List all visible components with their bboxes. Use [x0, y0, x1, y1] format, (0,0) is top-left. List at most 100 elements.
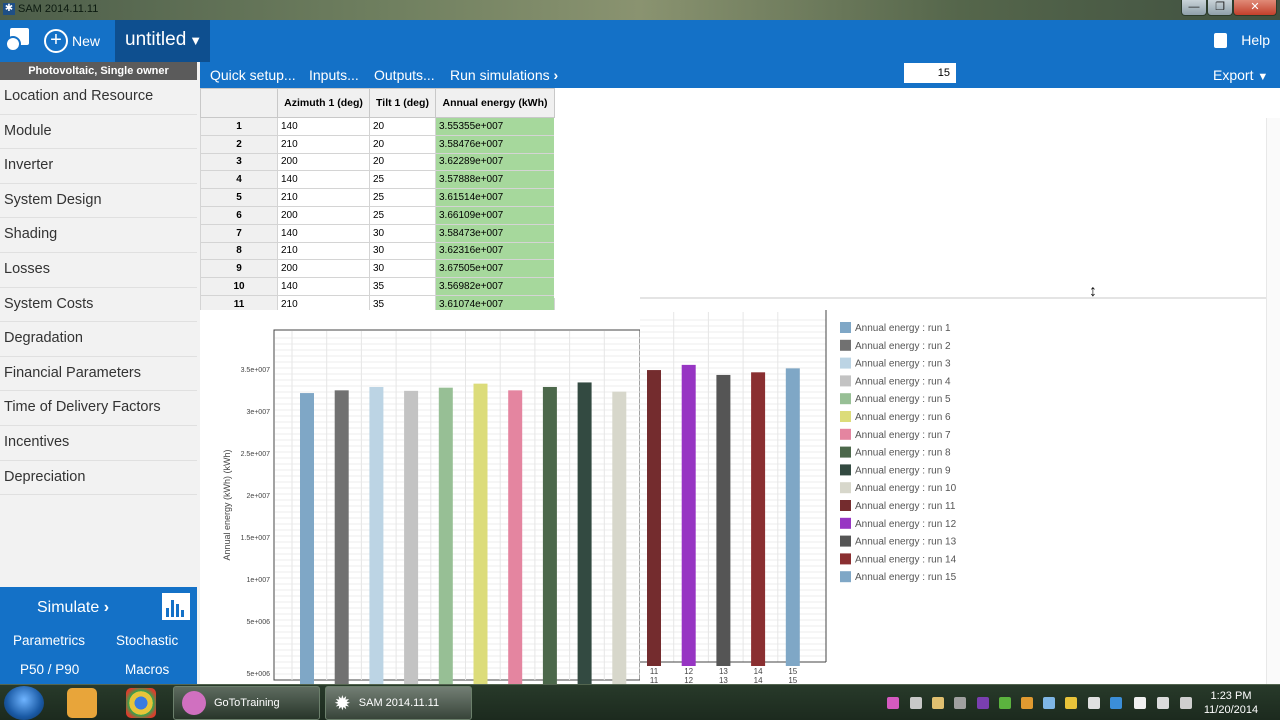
chart-bar-run-15[interactable]	[785, 368, 800, 666]
chart-bar-run-9[interactable]	[577, 382, 592, 684]
sidebar-item-degradation[interactable]: Degradation	[0, 322, 197, 357]
annual-energy-cell[interactable]: 3.58473e+007	[435, 223, 555, 243]
annual-energy-cell[interactable]: 3.61514e+007	[435, 188, 555, 207]
number-of-runs-field[interactable]	[904, 63, 956, 83]
tilt-cell[interactable]: 25	[369, 170, 436, 190]
tray-app-icon[interactable]	[932, 697, 944, 709]
sidebar-item-financial-parameters[interactable]: Financial Parameters	[0, 357, 197, 392]
chart-bar-run-8[interactable]	[542, 386, 557, 684]
chart-bar-run-14[interactable]	[751, 372, 766, 666]
tilt-cell[interactable]: 30	[369, 259, 436, 279]
tray-lock-icon[interactable]	[1065, 697, 1077, 709]
chart-bar-run-10[interactable]	[612, 391, 627, 684]
case-tab-untitled[interactable]: untitled ▼	[115, 20, 210, 62]
azimuth-cell[interactable]: 200	[277, 259, 370, 279]
chart-bar-run-4[interactable]	[404, 390, 419, 684]
azimuth-cell[interactable]: 140	[277, 117, 370, 136]
row-number-cell[interactable]: 6	[200, 205, 278, 225]
quick-setup-button[interactable]: Quick setup...	[210, 67, 296, 83]
p50-p90-link[interactable]: P50 / P90	[20, 662, 79, 677]
bar-chart-icon[interactable]	[162, 593, 190, 620]
sidebar-item-module[interactable]: Module	[0, 115, 197, 150]
tray-flower-icon[interactable]	[887, 697, 899, 709]
sidebar-item-location-and-resource[interactable]: Location and Resource	[0, 80, 197, 115]
column-header-tilt[interactable]: Tilt 1 (deg)	[369, 88, 436, 118]
tray-app-icon[interactable]	[999, 697, 1011, 709]
annual-energy-cell[interactable]: 3.62289e+007	[435, 152, 555, 172]
annual-energy-cell[interactable]: 3.58476e+007	[435, 134, 555, 154]
row-number-cell[interactable]: 7	[200, 223, 278, 243]
table-row[interactable]: 3 200 20 3.62289e+007	[200, 152, 555, 172]
export-button[interactable]: Export ▼	[1213, 67, 1268, 83]
table-row[interactable]: 1 140 20 3.55355e+007	[200, 117, 555, 136]
tilt-cell[interactable]: 35	[369, 277, 436, 296]
chart-bar-run-2[interactable]	[334, 390, 349, 684]
system-clock[interactable]: 1:23 PM 11/20/2014	[1198, 689, 1264, 717]
azimuth-cell[interactable]: 140	[277, 223, 370, 243]
row-number-cell[interactable]: 3	[200, 152, 278, 172]
tilt-cell[interactable]: 25	[369, 205, 436, 225]
tray-app-icon[interactable]	[1021, 697, 1033, 709]
sidebar-item-inverter[interactable]: Inverter	[0, 149, 197, 184]
tray-network-icon[interactable]	[1157, 697, 1169, 709]
tray-battery-icon[interactable]	[1134, 697, 1146, 709]
chart-bar-run-3[interactable]	[369, 386, 384, 684]
run-simulations-button[interactable]: Run simulations ›	[450, 67, 558, 83]
tray-onenote-icon[interactable]	[977, 697, 989, 709]
tray-app-icon[interactable]	[1110, 697, 1122, 709]
azimuth-cell[interactable]: 140	[277, 277, 370, 296]
table-row[interactable]: 5 210 25 3.61514e+007	[200, 188, 555, 207]
outputs-button[interactable]: Outputs...	[374, 67, 435, 83]
tray-shield-icon[interactable]	[1088, 697, 1100, 709]
tilt-cell[interactable]: 30	[369, 241, 436, 261]
macros-link[interactable]: Macros	[125, 662, 169, 677]
tilt-cell[interactable]: 30	[369, 223, 436, 243]
row-number-cell[interactable]: 2	[200, 134, 278, 154]
annual-energy-cell[interactable]: 3.55355e+007	[435, 117, 555, 136]
tray-app-icon[interactable]	[1043, 697, 1055, 709]
row-number-cell[interactable]: 1	[200, 117, 278, 136]
stochastic-link[interactable]: Stochastic	[116, 633, 178, 648]
annual-energy-cell[interactable]: 3.66109e+007	[435, 205, 555, 225]
azimuth-cell[interactable]: 210	[277, 134, 370, 154]
annual-energy-cell[interactable]: 3.62316e+007	[435, 241, 555, 261]
column-header-annual-energy[interactable]: Annual energy (kWh)	[435, 88, 555, 118]
simulate-button[interactable]: Simulate ›	[37, 599, 109, 617]
azimuth-cell[interactable]: 200	[277, 152, 370, 172]
sam-logo-icon[interactable]	[4, 26, 32, 54]
sidebar-item-losses[interactable]: Losses	[0, 253, 197, 288]
row-number-cell[interactable]: 5	[200, 188, 278, 207]
table-row[interactable]: 2 210 20 3.58476e+007	[200, 134, 555, 154]
taskbar-gototraining[interactable]: GoToTraining	[173, 686, 320, 720]
tray-app-icon[interactable]	[954, 697, 966, 709]
sidebar-item-depreciation[interactable]: Depreciation	[0, 461, 197, 496]
table-row[interactable]: 10 140 35 3.56982e+007	[200, 277, 555, 296]
parametrics-link[interactable]: Parametrics	[13, 633, 85, 648]
taskbar-sam[interactable]: ✹ SAM 2014.11.11	[325, 686, 472, 720]
table-row[interactable]: 9 200 30 3.67505e+007	[200, 259, 555, 279]
annual-energy-cell[interactable]: 3.56982e+007	[435, 277, 555, 296]
azimuth-cell[interactable]: 210	[277, 241, 370, 261]
chart-bar-run-13[interactable]	[716, 374, 731, 666]
annual-energy-cell[interactable]: 3.57888e+007	[435, 170, 555, 190]
outlook-icon[interactable]	[67, 688, 97, 718]
chrome-icon[interactable]	[126, 688, 156, 718]
help-link[interactable]: Help	[1241, 32, 1270, 48]
close-button[interactable]: ✕	[1233, 0, 1277, 16]
table-row[interactable]: 4 140 25 3.57888e+007	[200, 170, 555, 190]
tilt-cell[interactable]: 20	[369, 152, 436, 172]
chart-bar-run-5[interactable]	[438, 387, 453, 684]
sidebar-item-incentives[interactable]: Incentives	[0, 426, 197, 461]
table-row[interactable]: 7 140 30 3.58473e+007	[200, 223, 555, 243]
tray-shield-icon[interactable]	[910, 697, 922, 709]
row-number-cell[interactable]: 8	[200, 241, 278, 261]
start-button[interactable]	[4, 686, 44, 720]
annual-energy-cell[interactable]: 3.67505e+007	[435, 259, 555, 279]
row-number-cell[interactable]: 4	[200, 170, 278, 190]
chart-bar-run-1[interactable]	[300, 393, 314, 684]
table-row[interactable]: 8 210 30 3.62316e+007	[200, 241, 555, 261]
document-icon[interactable]	[1214, 32, 1228, 48]
minimize-button[interactable]: —	[1181, 0, 1207, 16]
tilt-cell[interactable]: 20	[369, 134, 436, 154]
vertical-scrollbar[interactable]	[1266, 118, 1280, 684]
